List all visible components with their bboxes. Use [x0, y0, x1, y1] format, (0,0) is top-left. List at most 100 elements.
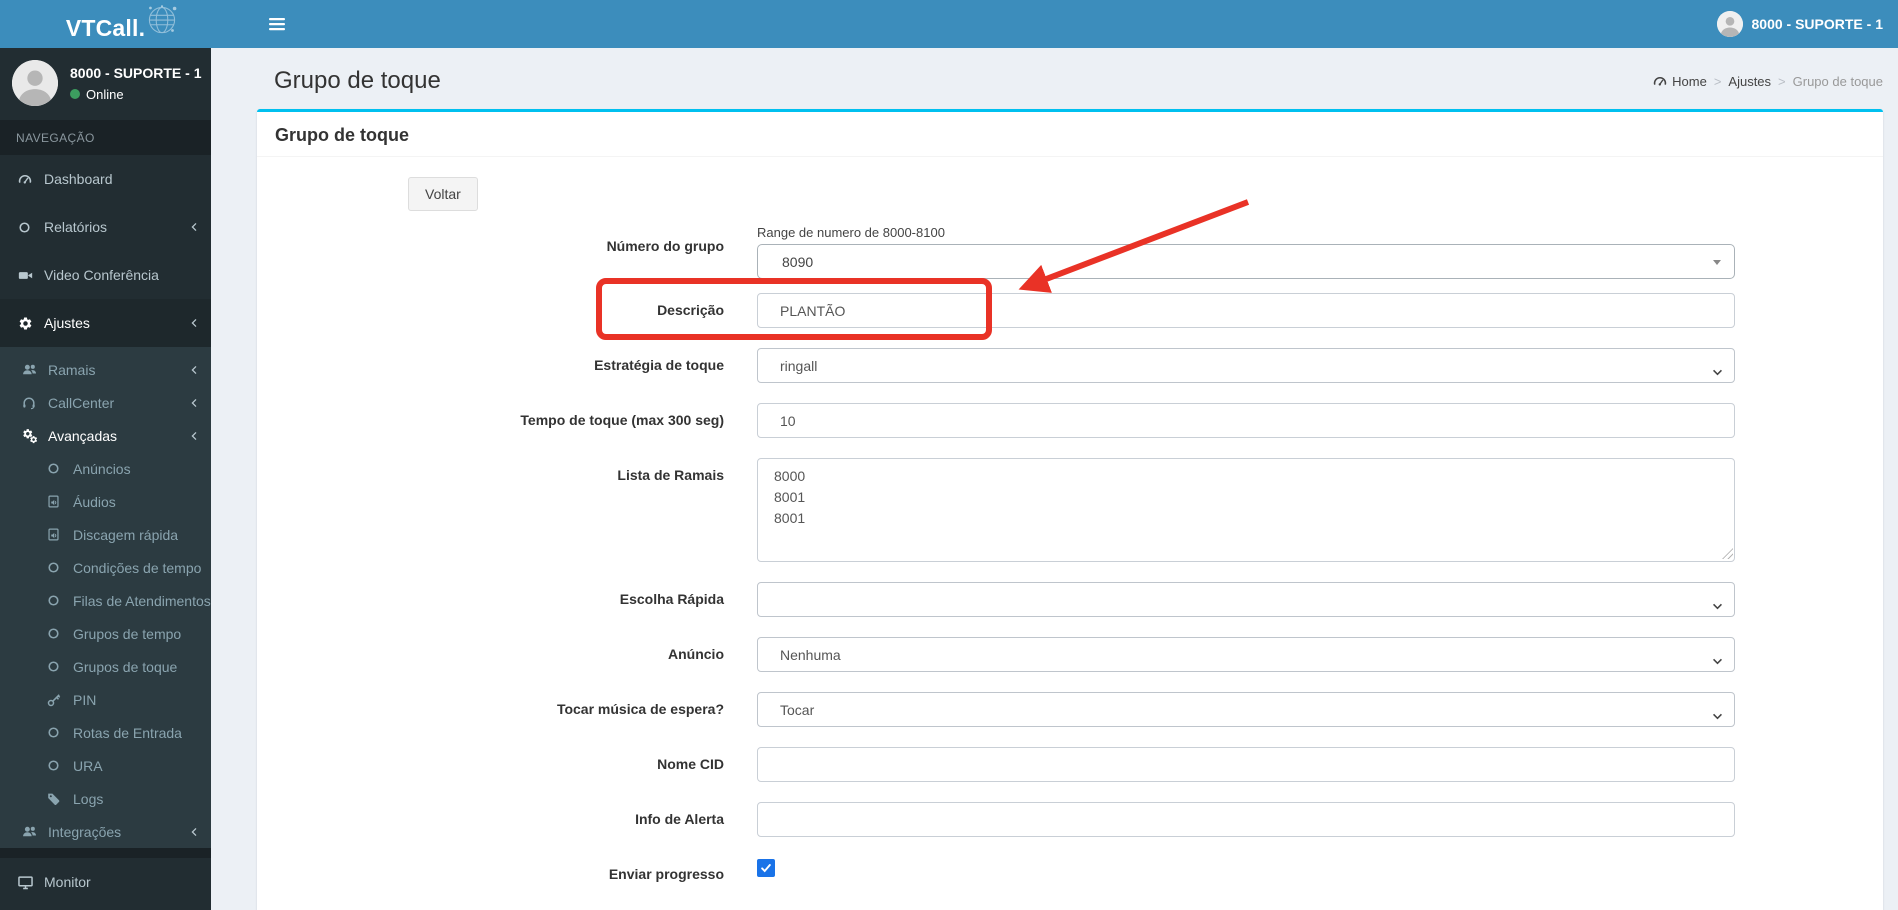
sidebar-menu: Dashboard Relatórios Video Conferência Ajus… [0, 155, 211, 906]
topbar-user-menu[interactable]: 8000 - SUPORTE - 1 [1716, 0, 1898, 48]
breadcrumb: Home > Ajustes > Grupo de toque [1653, 74, 1883, 89]
sidebar-item-dashboard[interactable]: Dashboard [0, 155, 211, 203]
sidebar-item-anuncios[interactable]: Anúncios [0, 452, 211, 485]
users-icon [22, 824, 48, 839]
headphones-icon [22, 396, 48, 410]
anuncio-select[interactable]: Nenhuma [757, 637, 1735, 672]
field-label-tocar-musica-de-espera: Tocar música de espera? [556, 701, 724, 717]
nome-cid-input[interactable] [757, 747, 1735, 782]
form-row-info-de-alerta: Info de Alerta [267, 802, 1873, 837]
sidebar-item-ajustes[interactable]: Ajustes [0, 299, 211, 347]
lista-de-ramais-textarea[interactable] [757, 458, 1735, 562]
tempo-de-toque-input[interactable] [757, 403, 1735, 438]
main-area: 8000 - SUPORTE - 1 Grupo de toque Home > A… [211, 0, 1898, 910]
breadcrumb-label: Grupo de toque [1792, 73, 1883, 89]
chevron-down-icon [1712, 652, 1723, 668]
brand-logo[interactable]: VTCall. [0, 0, 211, 48]
sidebar-item-discagem-rapida[interactable]: Discagem rápida [0, 518, 211, 551]
field-control-anuncio: Nenhuma [757, 637, 1735, 672]
gauge-icon [1653, 74, 1667, 88]
field-label-tempo-de-toque: Tempo de toque (max 300 seg) [520, 412, 724, 428]
sidebar-item-callcenter[interactable]: CallCenter [0, 386, 211, 419]
field-label-info-de-alerta: Info de Alerta [635, 811, 724, 827]
sidebar-item-label: Grupos de toque [73, 658, 178, 675]
sidebar-item-label: Discagem rápida [73, 526, 179, 543]
sidebar-item-label: Ramais [48, 361, 96, 378]
panel-body: Voltar Número do grupo Range de numero de… [257, 157, 1883, 910]
form-row-nome-cid: Nome CID [267, 747, 1873, 782]
escolha-rapida-select[interactable] [757, 582, 1735, 617]
sidebar-item-video-conferencia[interactable]: Video Conferência [0, 251, 211, 299]
form-row-enviar-progresso: Enviar progresso [267, 857, 1873, 882]
back-button[interactable]: Voltar [408, 177, 478, 211]
sidebar: VTCall. 8000 - SUPORTE - 1 Online NAVEGA… [0, 0, 211, 910]
field-label-nome-cid: Nome CID [657, 756, 724, 772]
selected-value: Tocar [780, 701, 815, 718]
field-label-lista-de-ramais: Lista de Ramais [617, 467, 724, 483]
topbar-user-label: 8000 - SUPORTE - 1 [1751, 16, 1884, 32]
sidebar-item-filas-de-atendimentos[interactable]: Filas de Atendimentos [0, 584, 211, 617]
field-control-tempo-de-toque [757, 403, 1735, 438]
sidebar-section-header: NAVEGAÇÃO [0, 120, 211, 155]
sidebar-item-grupos-de-toque[interactable]: Grupos de toque [0, 650, 211, 683]
field-control-info-de-alerta [757, 802, 1735, 837]
estrategia-de-toque-select[interactable]: ringall [757, 348, 1735, 383]
info-de-alerta-input[interactable] [757, 802, 1735, 837]
sidebar-item-audios[interactable]: Áudios [0, 485, 211, 518]
online-status-icon [70, 89, 80, 99]
form-row-tocar-musica-de-espera: Tocar música de espera? Tocar [267, 692, 1873, 727]
sidebar-item-ramais[interactable]: Ramais [0, 353, 211, 386]
breadcrumb-label: Home [1672, 73, 1707, 89]
sidebar-item-condicoes-de-tempo[interactable]: Condições de tempo [0, 551, 211, 584]
sidebar-item-label: Áudios [73, 493, 116, 510]
sidebar-item-label: PIN [73, 691, 97, 708]
chevron-left-icon [190, 826, 198, 838]
chevron-left-icon [190, 317, 198, 329]
tags-icon [47, 792, 73, 806]
field-control-tocar-musica-de-espera: Tocar [757, 692, 1735, 727]
field-control-descricao [757, 293, 1735, 328]
users-icon [22, 362, 48, 377]
field-label-escolha-rapida: Escolha Rápida [619, 591, 724, 607]
descricao-input[interactable] [757, 293, 1735, 328]
content: Grupo de toque Home > Ajustes > Grupo de toq… [211, 48, 1898, 910]
circle-icon [47, 759, 73, 772]
form-row-escolha-rapida: Escolha Rápida [267, 582, 1873, 617]
breadcrumb-separator: > [1778, 73, 1786, 89]
gears-icon [22, 428, 48, 444]
brand-logo-text: VTCall. [65, 14, 146, 41]
sidebar-item-label: Avançadas [48, 427, 118, 444]
gauge-icon [18, 172, 44, 186]
sidebar-item-relatorios[interactable]: Relatórios [0, 203, 211, 251]
chevron-left-icon [190, 397, 198, 409]
sidebar-section-divider [0, 848, 211, 858]
hamburger-menu-icon[interactable] [269, 17, 285, 31]
sidebar-item-label: Logs [73, 790, 104, 807]
sidebar-item-ura[interactable]: URA [0, 749, 211, 782]
numero-do-grupo-select[interactable]: 8090 [757, 244, 1735, 279]
breadcrumb-item-home[interactable]: Home [1653, 74, 1707, 89]
globe-icon [141, 0, 183, 43]
circle-icon [47, 627, 73, 640]
sidebar-item-grupos-de-tempo[interactable]: Grupos de tempo [0, 617, 211, 650]
topbar-avatar [1716, 11, 1743, 37]
user-avatar [12, 60, 58, 106]
file-audio-icon [47, 495, 73, 508]
sidebar-item-avancadas[interactable]: Avançadas [0, 419, 211, 452]
sidebar-user-panel: 8000 - SUPORTE - 1 Online [0, 48, 211, 120]
sidebar-item-integracoes[interactable]: Integrações [0, 815, 211, 848]
form-row-tempo-de-toque: Tempo de toque (max 300 seg) [267, 403, 1873, 438]
gear-icon [18, 316, 44, 331]
sidebar-item-logs[interactable]: Logs [0, 782, 211, 815]
sidebar-item-pin[interactable]: PIN [0, 683, 211, 716]
sidebar-item-label: Monitor [44, 874, 91, 890]
sidebar-item-monitor[interactable]: Monitor [0, 858, 211, 906]
breadcrumb-item-ajustes[interactable]: Ajustes [1728, 74, 1771, 89]
breadcrumb-separator: > [1713, 73, 1722, 89]
circle-icon [47, 561, 73, 574]
tocar-musica-de-espera-select[interactable]: Tocar [757, 692, 1735, 727]
sidebar-item-rotas-de-entrada[interactable]: Rotas de Entrada [0, 716, 211, 749]
selected-value: 8090 [782, 253, 814, 270]
enviar-progresso-checkbox[interactable] [757, 859, 775, 877]
sidebar-item-label: Dashboard [44, 171, 113, 187]
